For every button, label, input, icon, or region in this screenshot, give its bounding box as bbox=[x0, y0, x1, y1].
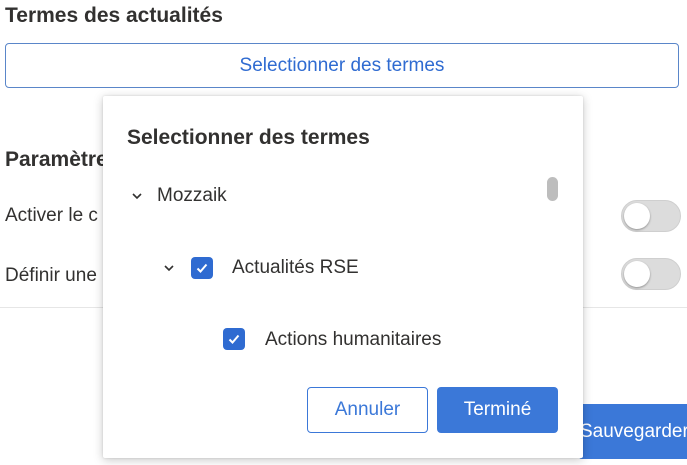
tree-item-mozzaik[interactable]: Mozzaik bbox=[157, 185, 227, 207]
cancel-button[interactable]: Annuler bbox=[307, 387, 428, 433]
chevron-down-icon[interactable] bbox=[161, 258, 181, 278]
tree-item-actions-humanitaires[interactable]: Actions humanitaires bbox=[265, 329, 441, 351]
chevron-down-icon[interactable] bbox=[129, 186, 149, 206]
dialog-title: Selectionner des termes bbox=[127, 126, 370, 149]
tree-item-actualites-rse[interactable]: Actualités RSE bbox=[232, 257, 359, 279]
news-terms-heading: Termes des actualités bbox=[5, 4, 223, 27]
toggle-knob bbox=[624, 261, 650, 287]
setting-toggle-1[interactable] bbox=[621, 200, 681, 232]
setting-toggle-2[interactable] bbox=[621, 258, 681, 290]
checkbox-actualites-rse[interactable] bbox=[191, 257, 213, 279]
select-terms-dialog: Selectionner des termes Mozzaik Actualit… bbox=[103, 96, 583, 458]
checkmark-icon bbox=[228, 334, 240, 344]
setting-row-label-1: Activer le c bbox=[5, 205, 98, 226]
checkmark-icon bbox=[196, 263, 208, 273]
scrollbar-thumb[interactable] bbox=[547, 177, 558, 201]
done-button[interactable]: Terminé bbox=[437, 387, 558, 433]
save-button[interactable]: Sauvegarder bbox=[578, 404, 687, 459]
select-terms-button[interactable]: Selectionner des termes bbox=[5, 43, 679, 88]
toggle-knob bbox=[624, 203, 650, 229]
checkbox-actions-humanitaires[interactable] bbox=[223, 328, 245, 350]
setting-row-label-2: Définir une bbox=[5, 265, 97, 286]
